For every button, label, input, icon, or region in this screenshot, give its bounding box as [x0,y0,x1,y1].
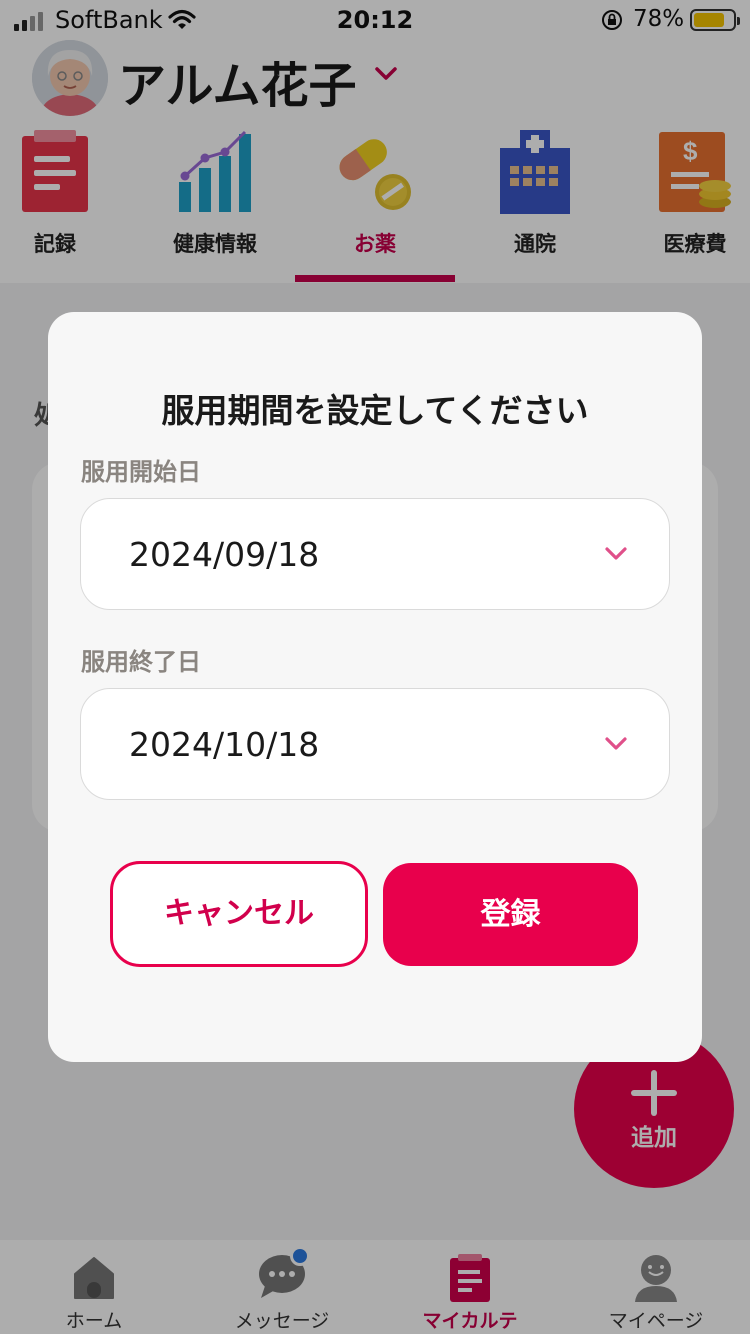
start-date-select[interactable]: 2024/09/18 [80,498,670,610]
start-date-value: 2024/09/18 [129,535,320,574]
end-date-value: 2024/10/18 [129,725,320,764]
register-button[interactable]: 登録 [383,863,638,966]
chevron-down-icon [605,546,627,565]
medication-period-dialog: 服用期間を設定してください 服用開始日 2024/09/18 服用終了日 202… [48,312,702,1062]
cancel-button[interactable]: キャンセル [110,861,368,967]
start-date-label: 服用開始日 [81,458,201,486]
dialog-title: 服用期間を設定してください [161,391,589,430]
end-date-select[interactable]: 2024/10/18 [80,688,670,800]
chevron-down-icon [605,736,627,755]
end-date-label: 服用終了日 [81,648,201,676]
